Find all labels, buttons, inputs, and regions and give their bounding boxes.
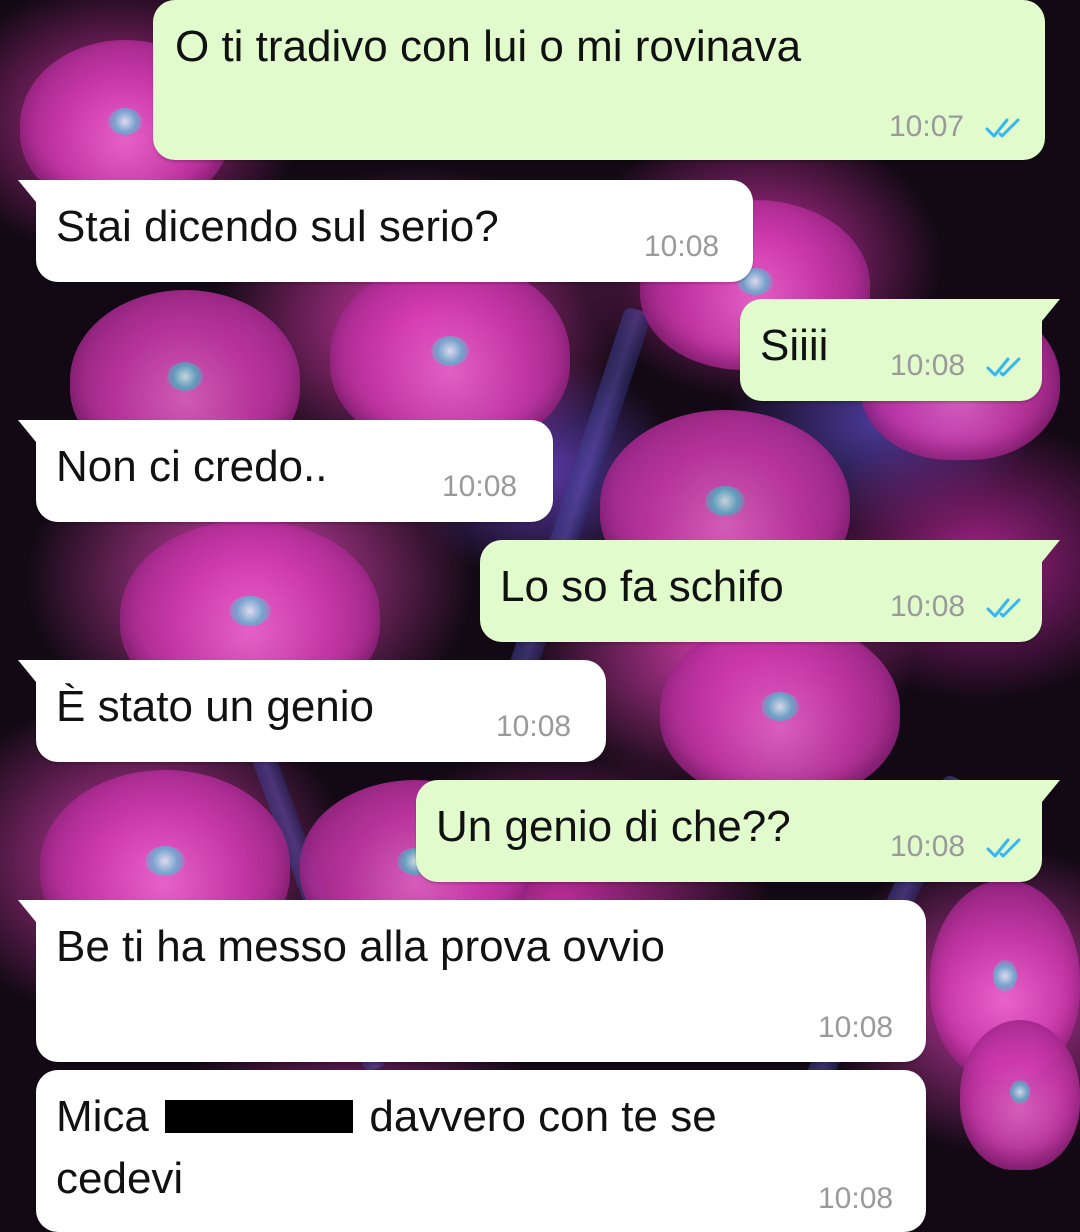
incoming-message[interactable]: È stato un genio 10:08: [18, 660, 606, 762]
message-time: 10:08: [818, 1182, 894, 1215]
double-check-icon: [985, 118, 1020, 138]
message-text: Lo so fa schifo: [500, 562, 784, 611]
message-time: 10:07: [889, 110, 965, 143]
message-time: 10:08: [442, 470, 518, 503]
message-text: È stato un genio: [56, 682, 375, 731]
incoming-message[interactable]: Non ci credo.. 10:08: [18, 420, 553, 522]
message-text-before-redaction: Mica: [56, 1092, 149, 1141]
double-check-icon: [986, 838, 1021, 858]
double-check-icon: [986, 598, 1021, 618]
incoming-message[interactable]: Mica davvero con te se cedevi 10:08: [36, 1070, 926, 1232]
message-time: 10:08: [496, 710, 572, 743]
outgoing-message[interactable]: Un genio di che?? 10:08: [416, 780, 1060, 882]
outgoing-message[interactable]: Lo so fa schifo 10:08: [480, 540, 1060, 642]
message-text-line2: cedevi: [56, 1154, 184, 1203]
double-check-icon: [986, 357, 1021, 377]
outgoing-message[interactable]: O ti tradivo con lui o mi rovinava 10:07: [153, 0, 1045, 160]
message-text: O ti tradivo con lui o mi rovinava: [175, 22, 802, 71]
message-text: Siiii: [760, 321, 829, 370]
incoming-message[interactable]: Be ti ha messo alla prova ovvio 10:08: [18, 900, 926, 1062]
message-time: 10:08: [890, 830, 966, 863]
redaction-bar: [165, 1100, 354, 1133]
message-text: Be ti ha messo alla prova ovvio: [56, 922, 665, 971]
message-text: Un genio di che??: [436, 802, 791, 851]
message-list[interactable]: O ti tradivo con lui o mi rovinava 10:07…: [0, 0, 1080, 1232]
message-time: 10:08: [818, 1011, 894, 1044]
outgoing-message[interactable]: Siiii 10:08: [740, 299, 1060, 401]
message-time: 10:08: [890, 349, 966, 382]
message-text: Stai dicendo sul serio?: [56, 202, 499, 251]
message-time: 10:08: [890, 590, 966, 623]
incoming-message[interactable]: Stai dicendo sul serio? 10:08: [18, 180, 753, 282]
message-time: 10:08: [644, 230, 720, 263]
message-text-after-redaction: davvero con te se: [369, 1092, 717, 1141]
message-text: Non ci credo..: [56, 442, 328, 491]
message-text-line1: Mica davvero con te se: [56, 1092, 717, 1142]
